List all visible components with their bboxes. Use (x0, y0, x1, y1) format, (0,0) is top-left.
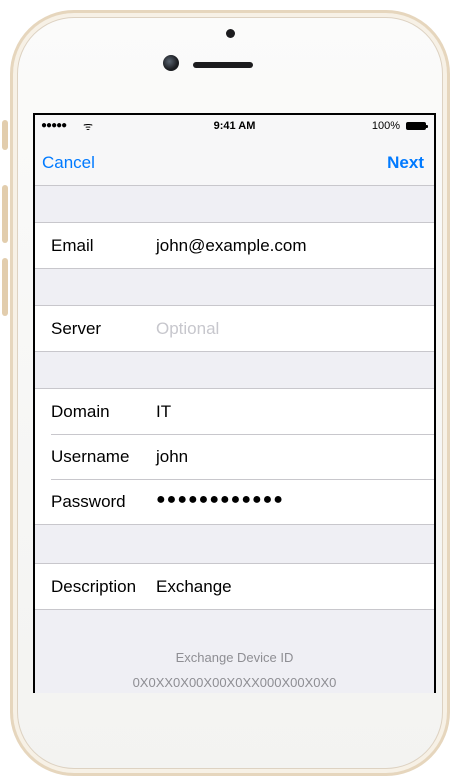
server-group: Server Optional (35, 305, 434, 352)
cancel-button[interactable]: Cancel (42, 153, 95, 173)
front-camera-lens (163, 55, 179, 71)
volume-down-button (2, 258, 8, 316)
front-camera-dot (226, 29, 235, 38)
email-row[interactable]: Email john@example.com (35, 223, 434, 268)
earpiece-speaker (193, 62, 253, 68)
domain-label: Domain (51, 402, 110, 421)
mute-switch (2, 120, 8, 150)
email-label: Email (51, 236, 94, 255)
username-label: Username (51, 447, 130, 466)
exchange-setup-screen: ●●●●● ᯤ 9:41 AM 100% Cancel Next Email j… (35, 115, 434, 693)
credentials-group: Domain IT Username john Password ●●●●●●●… (35, 388, 434, 525)
username-field[interactable]: john (156, 447, 188, 467)
navigation-bar: Cancel Next (35, 137, 434, 186)
domain-field[interactable]: IT (156, 402, 171, 422)
server-field[interactable]: Optional (156, 319, 219, 339)
email-field[interactable]: john@example.com (156, 236, 307, 256)
volume-up-button (2, 185, 8, 243)
phone-screen: ●●●●● ᯤ 9:41 AM 100% Cancel Next Email j… (33, 113, 436, 693)
description-label: Description (51, 577, 137, 596)
battery-percentage: 100% (371, 120, 400, 132)
username-row[interactable]: Username john (35, 434, 434, 479)
description-row[interactable]: Description Exchange (35, 564, 434, 609)
domain-row[interactable]: Domain IT (35, 389, 434, 434)
server-row[interactable]: Server Optional (35, 306, 434, 351)
status-bar: ●●●●● ᯤ 9:41 AM 100% (35, 115, 434, 137)
email-group: Email john@example.com (35, 222, 434, 269)
server-label: Server (51, 319, 102, 338)
description-group: Description Exchange (35, 563, 434, 610)
description-field[interactable]: Exchange (156, 577, 232, 597)
password-row[interactable]: Password ●●●●●●●●●●●● (35, 479, 434, 524)
password-label: Password (51, 492, 126, 511)
device-id-value: 0X0XX0X00X00X0XX000X00X0X0 (132, 675, 337, 690)
password-field[interactable]: ●●●●●●●●●●●● (156, 491, 284, 509)
device-id-label: Exchange Device ID (175, 650, 294, 665)
next-button[interactable]: Next (387, 153, 424, 173)
battery-icon (406, 122, 428, 130)
